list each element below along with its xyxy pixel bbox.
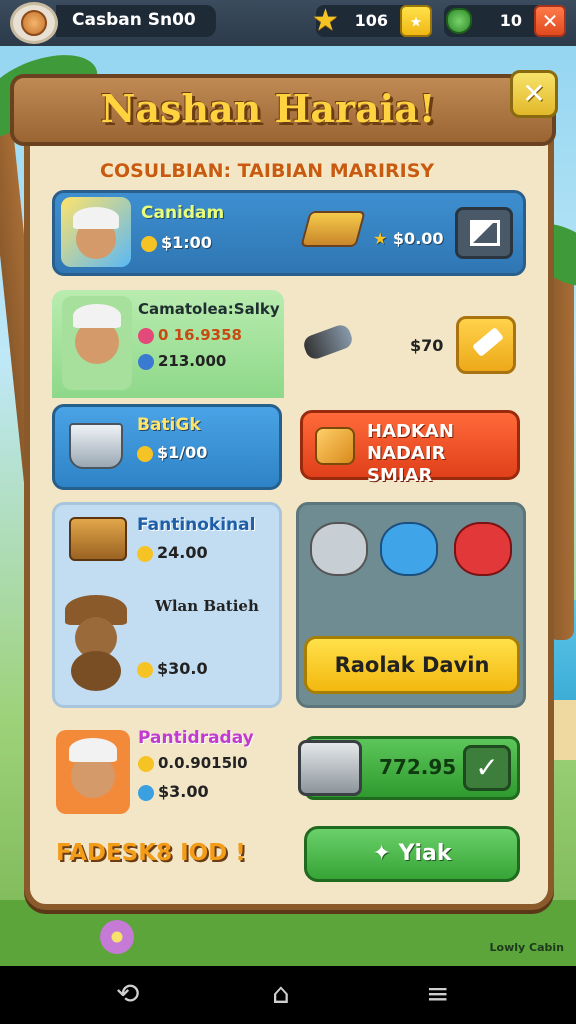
camera-item-icon [69,517,127,561]
system-nav-bar: ⟲ ⌂ ≡ [0,966,576,1024]
row4-stat2: Wlan Batieh [155,597,259,615]
stack-item-icon [300,211,366,247]
star-small-icon: ⭑ [411,10,421,32]
pot-item-icon [69,423,123,469]
top-bar: Casban Sn00 ★ 106 ⭑ 10 ✕ [0,0,576,46]
row2-name: Camatolea:Salky [138,300,280,318]
stars-value: 106 [354,11,388,30]
avatar-coin-icon [21,10,47,36]
watermark: Lowly Cabin [489,941,564,954]
raolak-davin-button[interactable]: Raolak Davin [304,636,520,694]
bar-value: 772.95 [379,755,457,779]
crown-icon [137,545,153,562]
yiak-button[interactable]: ✦ Yiak [304,826,520,882]
coin-icon [137,445,153,462]
star-reward-icon: ★ [373,229,388,248]
cap-icon [69,738,117,762]
player-name[interactable]: Casban Sn00 [56,5,216,37]
footer-text: FADESK8 IOD ! [56,840,246,866]
back-icon[interactable]: ⟲ [116,980,139,1008]
shop-row-2[interactable]: Camatolea:Salky 0 16.9358 213.000 [52,290,284,398]
gem-icon [446,8,472,34]
shop-row-3[interactable]: BatiGk $1/00 [52,404,282,490]
banner-title: Nashan Haraia! [100,86,436,131]
thumb-icon [141,235,157,252]
row1-reward: ★ $0.00 [373,229,444,248]
row5-name: Pantidraday [138,728,254,748]
star-icon: ★ [312,3,339,38]
gem-small-icon [138,784,154,801]
robot-item-icon [298,740,362,796]
row1-name: Canidam [141,203,225,223]
stars-counter: ★ 106 ⭑ [312,3,432,38]
gems-value: 10 [499,11,522,30]
shop-row-4[interactable]: Fantinokinal 24.00 Wlan Batieh $30.0 [52,502,282,708]
row1-reward-text: $0.00 [392,229,444,248]
hadkan-action-button[interactable]: HADKAN NADAIR SMIAR [300,410,520,486]
row3-price: $1/00 [137,443,207,462]
row1-price: $1:00 [141,233,212,252]
row4-stat1: 24.00 [137,543,208,562]
row3-price-text: $1/00 [157,443,208,462]
character-portrait-5 [56,730,130,814]
star-icon [137,661,153,678]
cap-icon [73,304,121,328]
row2-stat2-text: 213.000 [158,352,227,370]
pipe-item-icon [301,322,355,362]
check-icon[interactable]: ✓ [463,745,511,791]
add-stars-button[interactable]: ⭑ [400,5,432,37]
character-portrait-1 [61,197,131,267]
row2-reward: $70 [410,336,444,355]
row5-stat1-text: 0.0.9015l0 [158,754,248,772]
row5-stat1: 0.0.9015l0 [138,754,248,772]
home-icon[interactable]: ⌂ [272,980,290,1008]
shield-icon [138,353,154,370]
topbar-close-button[interactable]: ✕ [534,5,566,37]
row1-select-button[interactable] [455,207,513,259]
grass-ground [0,900,576,970]
recent-apps-icon[interactable]: ≡ [426,980,449,1008]
row3-name: BatiGk [137,415,201,435]
player-avatar[interactable] [10,2,58,44]
star-icon [138,755,154,772]
cap-icon [73,207,119,229]
scroll-icon [315,427,355,465]
red-pet-icon[interactable] [454,522,512,576]
close-button[interactable]: ✕ [510,70,558,118]
character-portrait-4 [65,595,127,691]
hadkan-line2: NADAIR SMIAR [367,443,446,486]
panel-subtitle: COSULBIAN: TAIBIAN MARIRISY [100,160,435,182]
row4-price-text: $30.0 [157,659,208,678]
row4-price: $30.0 [137,659,208,678]
blue-bird-pet-icon[interactable] [380,522,438,576]
body-icon [71,651,121,691]
sparkle-icon: ✦ [372,841,399,866]
heart-icon [138,327,154,344]
row2-stat1-text: 0 16.9358 [158,326,242,344]
title-banner: Nashan Haraia! [10,74,556,146]
character-portrait-2 [62,296,132,390]
pencil-icon [472,326,504,358]
row4-stat1-text: 24.00 [157,543,208,562]
gems-counter: 10 ✕ [444,5,566,37]
hadkan-line1: HADKAN [367,421,454,442]
row4-name: Fantinokinal [137,515,256,535]
row5-price-text: $3.00 [158,782,209,801]
row5-price: $3.00 [138,782,209,801]
gray-cat-pet-icon[interactable] [310,522,368,576]
box-icon [470,220,500,246]
edit-button[interactable] [456,316,516,374]
row2-stat1: 0 16.9358 [138,326,242,344]
flower-decoration [100,920,134,954]
yiak-label: Yiak [398,841,452,866]
row2-stat2: 213.000 [138,352,226,370]
row1-price-text: $1:00 [161,233,212,252]
shop-row-1[interactable]: Canidam $1:00 ★ $0.00 [52,190,526,276]
